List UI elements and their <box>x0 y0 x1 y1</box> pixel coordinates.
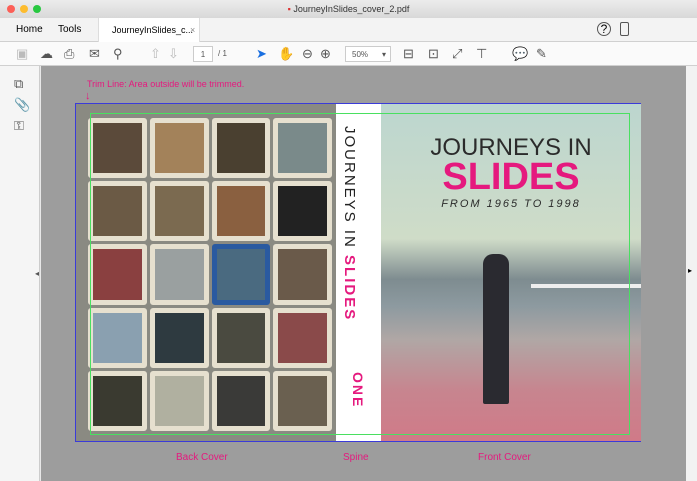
tab-home[interactable]: Home <box>16 24 43 35</box>
hand-tool-icon[interactable]: ✋ <box>278 46 294 62</box>
upload-cloud-icon[interactable]: ☁ <box>40 46 53 62</box>
zoom-in-icon[interactable]: ⊕ <box>320 46 331 62</box>
scroll-mode-icon[interactable]: ⊟ <box>403 46 414 62</box>
save-icon[interactable]: ▣ <box>16 46 28 62</box>
expand-right-icon: ▸ <box>688 266 693 275</box>
zoom-window-button[interactable] <box>33 5 41 13</box>
zoom-select[interactable]: 50% ▾ <box>345 46 391 62</box>
trim-line-note: Trim Line: Area outside will be trimmed. <box>87 79 245 89</box>
page-number-input[interactable]: 1 <box>193 46 213 62</box>
next-page-icon[interactable]: ⇩ <box>168 46 179 62</box>
acrobat-window: ▪ JourneyInSlides_cover_2.pdf Home Tools… <box>0 0 697 481</box>
sign-pen-icon[interactable]: ✎ <box>536 46 547 62</box>
zoom-out-icon[interactable]: ⊖ <box>302 46 313 62</box>
pdf-file-icon: ▪ <box>287 4 291 14</box>
tab-document-label: JourneyInSlides_c... <box>112 25 194 35</box>
close-window-button[interactable] <box>7 5 15 13</box>
mobile-link-icon[interactable] <box>620 22 629 36</box>
page-thumbnails-icon[interactable]: ⧉ <box>14 76 23 92</box>
collapse-left-icon[interactable]: ◂ <box>35 266 39 282</box>
left-sidebar: ⧉ 📎 ⚿ ◂ <box>0 66 40 481</box>
document-canvas[interactable]: Trim Line: Area outside will be trimmed.… <box>41 66 686 481</box>
toolbar: ▣ ☁ ⎙ ✉ ⚲ ⇧ ⇩ 1 / 1 ➤ ✋ ⊖ ⊕ 50% ▾ ⊟ ⊡ ⤢ ⊤… <box>0 42 697 66</box>
select-cursor-icon[interactable]: ➤ <box>256 46 267 62</box>
minimize-window-button[interactable] <box>20 5 28 13</box>
close-tab-icon[interactable]: × <box>190 25 195 35</box>
measure-icon[interactable]: ⊤ <box>476 46 487 62</box>
email-icon[interactable]: ✉ <box>89 46 100 62</box>
tab-tools[interactable]: Tools <box>58 24 81 35</box>
chevron-down-icon: ▾ <box>381 50 386 59</box>
full-screen-icon[interactable]: ⤢ <box>452 46 462 62</box>
back-cover-label: Back Cover <box>176 452 228 463</box>
tab-bar: Home Tools JourneyInSlides_c... × ? <box>0 18 697 42</box>
previous-page-icon[interactable]: ⇧ <box>150 46 161 62</box>
security-icon[interactable]: ⚿ <box>14 118 24 134</box>
spine-label: Spine <box>343 452 369 463</box>
fit-page-icon[interactable]: ⊡ <box>428 46 439 62</box>
window-title: JourneyInSlides_cover_2.pdf <box>293 4 410 14</box>
attachments-icon[interactable]: 📎 <box>14 97 30 113</box>
cover-page: JOURNEYS IN SLIDES ONE JOURNEYS IN SLIDE… <box>75 103 641 442</box>
comment-icon[interactable]: 💬 <box>512 46 528 62</box>
print-icon[interactable]: ⎙ <box>64 46 74 62</box>
zoom-value: 50% <box>352 50 369 59</box>
right-panel-toggle[interactable]: ▸ <box>686 66 697 481</box>
help-icon[interactable]: ? <box>597 22 611 36</box>
search-icon[interactable]: ⚲ <box>113 46 123 62</box>
front-cover-label: Front Cover <box>478 452 531 463</box>
tab-document[interactable]: JourneyInSlides_c... × <box>98 18 200 42</box>
trim-arrow-icon: ↓ <box>85 90 91 102</box>
page-total: / 1 <box>218 49 227 58</box>
trim-line <box>90 113 630 435</box>
title-bar: ▪ JourneyInSlides_cover_2.pdf <box>0 0 697 18</box>
